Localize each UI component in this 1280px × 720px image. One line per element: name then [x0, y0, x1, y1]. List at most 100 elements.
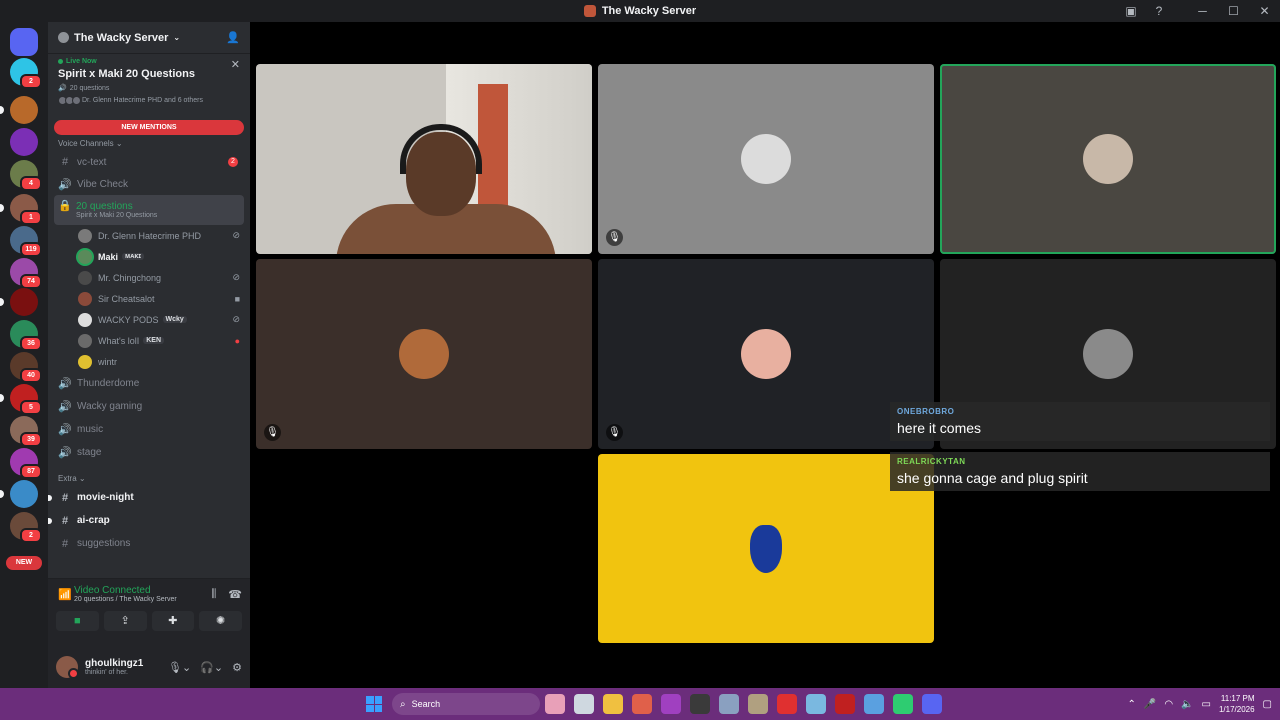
server-icon-server-9[interactable]: 36 — [10, 320, 42, 351]
active-voice-channel[interactable]: 🔒 20 questions Spirit x Maki 20 Question… — [54, 195, 244, 225]
taskbar-app-icon[interactable] — [603, 694, 623, 714]
close-button[interactable]: ✕ — [1249, 4, 1280, 18]
avatar[interactable] — [56, 656, 79, 679]
windows-start-icon[interactable] — [366, 696, 382, 712]
voice-member[interactable]: Sir Cheatsalot ■ — [78, 288, 244, 309]
unread-badge: 119 — [20, 242, 42, 257]
inbox-icon[interactable]: ▣ — [1117, 4, 1145, 18]
taskbar-app-icon[interactable] — [835, 694, 855, 714]
taskbar-app-icon[interactable] — [922, 694, 942, 714]
taskbar-app-icon[interactable] — [806, 694, 826, 714]
gear-icon[interactable]: ⚙ — [232, 661, 242, 674]
taskbar-app-icon[interactable] — [661, 694, 681, 714]
server-icon-server-6[interactable]: 119 — [10, 226, 42, 257]
activities-button[interactable]: ✚ — [151, 611, 195, 631]
server-icon-server-8[interactable] — [10, 288, 38, 316]
channel-movie-night[interactable]: # movie-night — [48, 486, 244, 509]
chevron-up-icon[interactable]: ⌃ — [1127, 699, 1135, 710]
tile-webcam[interactable] — [256, 64, 592, 254]
taskbar-app-icon[interactable] — [574, 694, 594, 714]
server-icon-server-10[interactable]: 40 — [10, 352, 42, 383]
help-icon[interactable]: ? — [1145, 4, 1173, 18]
voice-member[interactable]: Maki ᴍᴀᴋɪ — [78, 246, 244, 267]
server-icon-bot-server[interactable]: 2 — [10, 58, 42, 89]
microphone-icon[interactable]: 🎙⌄ — [168, 661, 191, 674]
new-servers-badge[interactable]: NEW — [6, 556, 42, 570]
taskbar-app-icon[interactable] — [864, 694, 884, 714]
disconnect-icon[interactable]: ☎ — [228, 588, 242, 601]
battery-icon[interactable]: ▭ — [1202, 699, 1211, 710]
tile-cat[interactable]: 🎙 — [598, 64, 934, 254]
server-header[interactable]: The Wacky Server ⌄ 👤 — [48, 22, 250, 54]
voice-member[interactable]: What's lolI KEN ● — [78, 330, 244, 351]
soundboard-button[interactable]: ✺ — [199, 611, 242, 631]
category-extra[interactable]: Extra ⌄ — [48, 470, 250, 486]
taskbar-app-icon[interactable] — [632, 694, 652, 714]
live-icon: ● — [234, 335, 240, 346]
new-mentions-bar[interactable]: NEW MENTIONS — [54, 120, 244, 135]
unread-indicator — [48, 517, 52, 524]
server-icon-turd-island[interactable] — [10, 96, 38, 124]
live-stage-card[interactable]: Live Now Spirit x Maki 20 Questions 🔊 20 … — [48, 54, 250, 120]
server-icon-server-15[interactable]: 2 — [10, 512, 42, 543]
server-icon-discord-home[interactable] — [10, 28, 38, 56]
member-name: WACKY PODS — [98, 314, 159, 325]
server-icon-server-4[interactable]: 4 — [10, 160, 42, 191]
channel-music[interactable]: 🔊 music — [54, 418, 244, 441]
channel-stage[interactable]: 🔊 stage — [54, 441, 244, 464]
camera-button[interactable]: ■ — [56, 611, 99, 631]
taskbar-app-icon[interactable] — [748, 694, 768, 714]
server-icon-server-13[interactable]: 87 — [10, 448, 42, 479]
tile-cowboy[interactable]: 🎙 — [256, 259, 592, 449]
voice-status[interactable]: Video Connected — [74, 585, 177, 596]
channel-vc-text[interactable]: # vc-text 2 — [54, 151, 244, 173]
mic-tray-icon[interactable]: 🎤 — [1144, 699, 1156, 710]
taskbar-app-icon[interactable] — [893, 694, 913, 714]
close-icon[interactable]: ✕ — [231, 58, 240, 71]
wifi-icon[interactable]: ◠ — [1164, 699, 1173, 710]
channel-suggestions[interactable]: # suggestions — [54, 532, 244, 555]
taskbar-app-icon[interactable] — [545, 694, 565, 714]
stage-title: Spirit x Maki 20 Questions — [58, 68, 195, 80]
taskbar-app-icon[interactable] — [719, 694, 739, 714]
channel-ai-crap[interactable]: # ai-crap — [48, 509, 244, 532]
voice-member[interactable]: WACKY PODS Wcky ⊘ — [78, 309, 244, 330]
tile-yellow[interactable] — [598, 454, 934, 643]
server-icon-server-14[interactable] — [10, 480, 38, 508]
member-name: wintr — [98, 356, 118, 367]
taskbar-search[interactable]: ⌕ Search — [392, 693, 540, 715]
server-icon-nyc-server[interactable]: 5 — [10, 384, 42, 415]
chat-author: ONEBROBRO — [897, 407, 955, 416]
screen-share-button[interactable]: ⇪ — [103, 611, 147, 631]
tile-person[interactable] — [940, 64, 1276, 254]
voice-member[interactable]: Mr. Chingchong ⊘ — [78, 267, 244, 288]
channel-label: ai-crap — [77, 515, 110, 526]
channel-vibe-check[interactable]: 🔊 Vibe Check — [54, 173, 244, 195]
server-icon-wack-server[interactable] — [10, 128, 38, 156]
voice-member[interactable]: Dr. Glenn Hatecrime PHD ⊘ — [78, 225, 244, 246]
headphones-icon[interactable]: 🎧⌄ — [200, 661, 223, 674]
unread-indicator — [48, 494, 52, 501]
username[interactable]: ghoulkingz1 — [85, 658, 143, 669]
minimize-button[interactable]: ─ — [1187, 4, 1218, 18]
active-channel-name: 20 questions — [76, 201, 133, 212]
server-icon-server-12[interactable]: 39 — [10, 416, 42, 447]
tile-cartoon[interactable]: 🎙 — [598, 259, 934, 449]
volume-icon[interactable]: 🔈 — [1181, 699, 1193, 710]
taskbar-app-icon[interactable] — [777, 694, 797, 714]
server-icon-server-5[interactable]: 1 — [10, 194, 42, 225]
channel-thunderdome[interactable]: 🔊 Thunderdome — [54, 372, 244, 395]
noise-suppression-icon[interactable]: ⫼ — [211, 588, 216, 601]
voice-location[interactable]: 20 questions / The Wacky Server — [74, 596, 177, 603]
category-voice-channels[interactable]: Voice Channels ⌄ — [48, 135, 250, 151]
server-icon-server-7[interactable]: 74 — [10, 258, 42, 289]
chat-text: she gonna cage and plug spirit — [897, 470, 1088, 486]
clock[interactable]: 11:17 PM 1/17/2026 — [1219, 693, 1255, 715]
channel-wacky-gaming[interactable]: 🔊 Wacky gaming — [54, 395, 244, 418]
voice-member[interactable]: wintr — [78, 351, 244, 372]
taskbar-app-icon[interactable] — [690, 694, 710, 714]
signal-icon[interactable]: 📶 — [58, 588, 74, 601]
add-member-icon[interactable]: 👤 — [226, 31, 240, 44]
notification-icon[interactable]: ▢ — [1263, 699, 1272, 710]
maximize-button[interactable]: ☐ — [1218, 4, 1249, 18]
